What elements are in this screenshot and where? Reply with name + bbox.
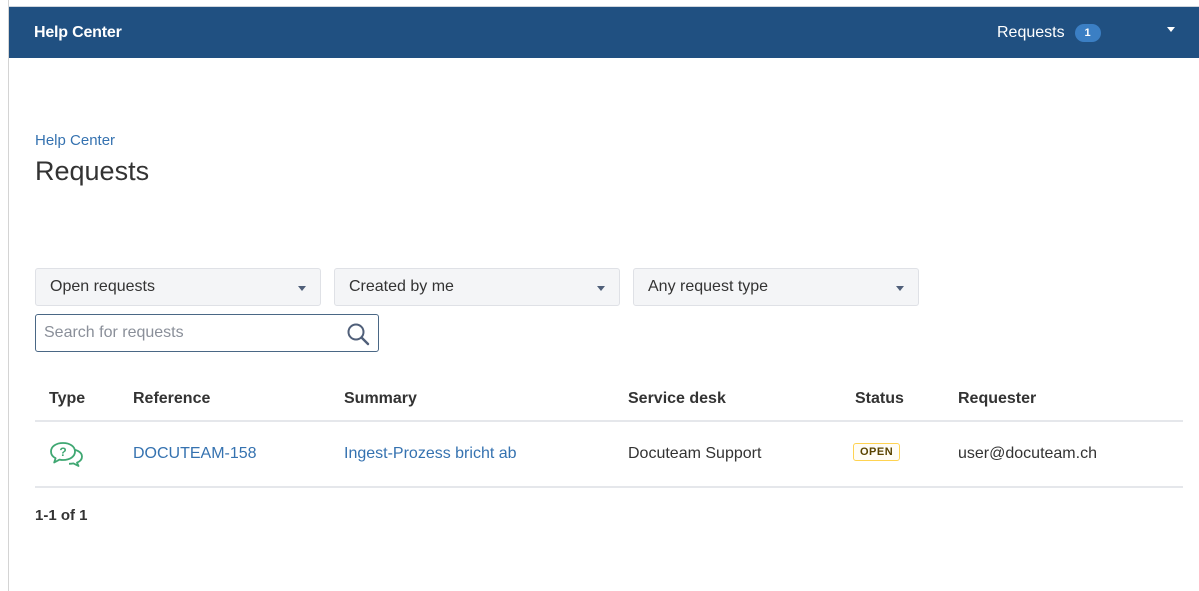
requests-nav-label: Requests (997, 24, 1065, 41)
search-input[interactable] (36, 315, 336, 351)
requests-nav-link[interactable]: Requests 1 (997, 22, 1101, 44)
column-header-summary[interactable]: Summary (344, 390, 417, 408)
status-filter-dropdown[interactable]: Open requests (35, 268, 321, 306)
status-filter-value: Open requests (50, 278, 155, 295)
creator-filter-value: Created by me (349, 278, 454, 295)
service-desk-cell: Docuteam Support (628, 445, 762, 462)
profile-menu-caret-icon[interactable] (1167, 27, 1175, 32)
column-header-status[interactable]: Status (855, 390, 904, 408)
search-icon[interactable] (345, 321, 371, 347)
status-badge: OPEN (853, 443, 901, 461)
table-row[interactable]: ? DOCUTEAM-158 Ingest-Prozess bricht ab … (35, 422, 1183, 486)
help-center-brand-link[interactable]: Help Center (34, 24, 122, 42)
svg-text:?: ? (59, 445, 66, 459)
page-title: Requests (35, 156, 150, 186)
pagination-summary: 1-1 of 1 (35, 507, 88, 524)
column-header-type[interactable]: Type (49, 390, 85, 408)
question-chat-icon: ? (50, 442, 83, 467)
window-left-border (8, 0, 9, 591)
column-header-reference[interactable]: Reference (133, 390, 210, 408)
creator-filter-dropdown[interactable]: Created by me (334, 268, 620, 306)
column-header-service-desk[interactable]: Service desk (628, 390, 726, 408)
request-type-filter-value: Any request type (648, 278, 769, 295)
request-type-filter-dropdown[interactable]: Any request type (633, 268, 919, 306)
requests-count-badge: 1 (1074, 24, 1101, 42)
search-box (35, 314, 379, 352)
breadcrumb-help-center[interactable]: Help Center (35, 132, 115, 149)
column-header-requester[interactable]: Requester (958, 390, 1036, 408)
requester-cell: user@docuteam.ch (958, 445, 1097, 462)
table-footer-divider (35, 486, 1183, 488)
chevron-down-icon (298, 286, 306, 291)
chevron-down-icon (896, 286, 904, 291)
request-summary-link[interactable]: Ingest-Prozess bricht ab (344, 445, 517, 463)
request-reference-link[interactable]: DOCUTEAM-158 (133, 445, 257, 463)
chevron-down-icon (597, 286, 605, 291)
top-navigation-bar: Help Center Requests 1 (9, 7, 1199, 58)
